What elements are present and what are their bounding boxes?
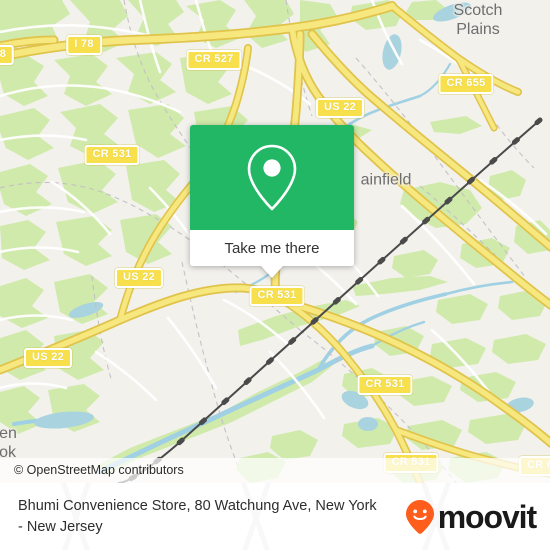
footer-bar: Bhumi Convenience Store, 80 Watchung Ave… [0,483,550,550]
moovit-wordmark: moovit [437,498,537,535]
popup-marker-panel [190,125,354,230]
road-shield[interactable]: CR 531 [357,375,413,395]
map-canvas[interactable]: I 78 8 CR 527 CR 655 US 22 CR 531 US 22 … [0,0,550,483]
road-shield[interactable]: US 22 [114,268,164,288]
place-label-plainfield: ainfield [360,171,412,189]
map-pin-icon [247,144,297,210]
popup-action-bar[interactable]: Take me there [190,230,354,278]
road-shield[interactable]: I 78 [66,35,102,55]
page-title: Bhumi Convenience Store, 80 Watchung Ave… [18,497,377,535]
place-label-scotch-plains: Scotch Plains [453,2,503,38]
location-popup[interactable]: Take me there [190,125,354,278]
map-attribution[interactable]: © OpenStreetMap contributors [0,458,550,483]
take-me-there-label: Take me there [224,239,320,257]
map-page: I 78 8 CR 527 CR 655 US 22 CR 531 US 22 … [0,0,550,550]
road-shield[interactable]: 8 [0,45,15,65]
road-shield[interactable]: CR 527 [186,50,242,70]
road-shield[interactable]: CR 531 [249,286,305,306]
place-label-green-brook: en ok [0,425,17,461]
moovit-logo[interactable]: moovit [405,498,537,535]
popup-tail [261,266,283,278]
road-shield[interactable]: CR 655 [438,74,494,94]
road-shield[interactable]: US 22 [23,348,73,368]
road-shield[interactable]: US 22 [315,98,365,118]
road-shield[interactable]: CR 531 [84,145,140,165]
moovit-pin-smiley-icon [405,499,434,534]
